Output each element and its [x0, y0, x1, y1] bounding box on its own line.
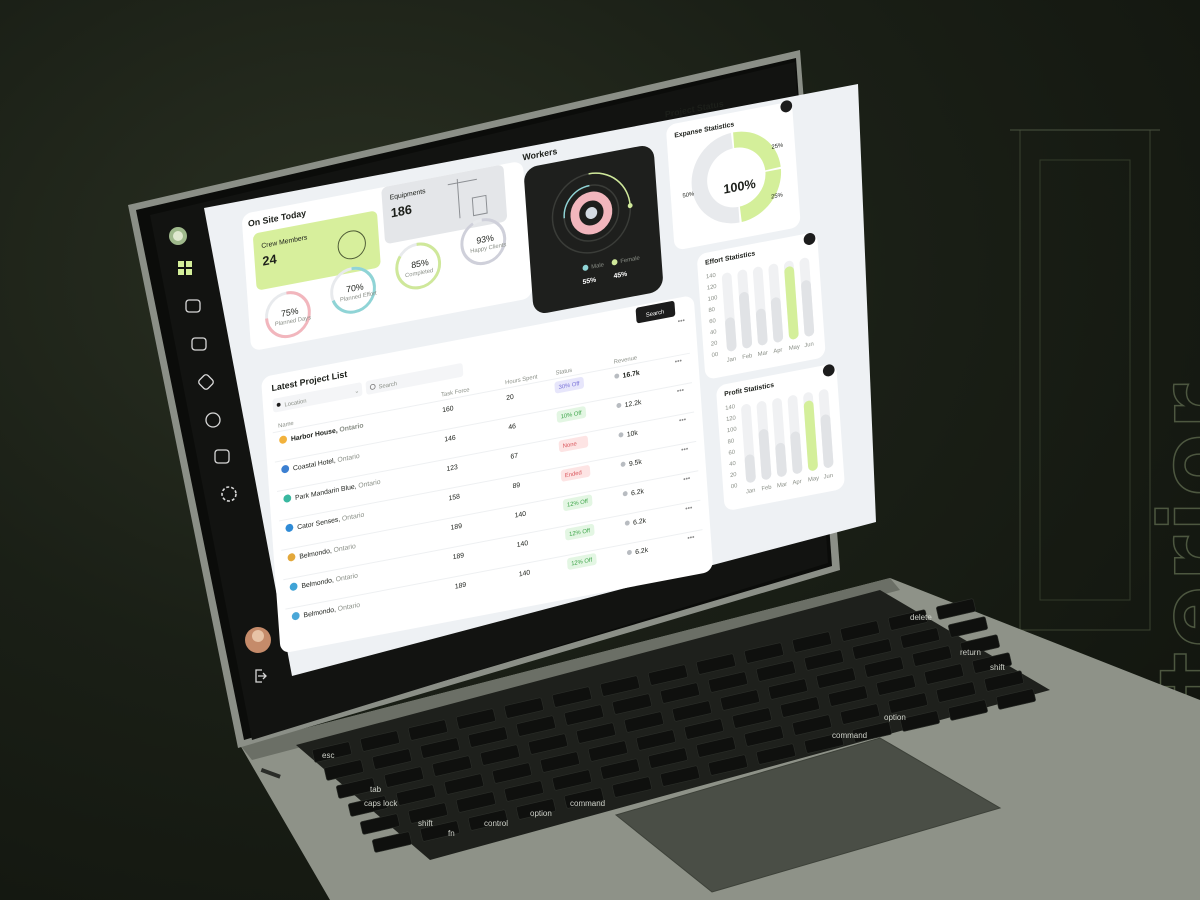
- row-more-icon[interactable]: •••: [687, 534, 695, 542]
- row-more-icon[interactable]: •••: [679, 416, 687, 424]
- dashboard-screen: On Site Today Crew Members 24 Equipments…: [150, 62, 876, 740]
- row-more-icon[interactable]: •••: [677, 387, 685, 395]
- grid-icon: [178, 261, 184, 267]
- row-more-icon[interactable]: •••: [681, 446, 689, 454]
- row-more-icon[interactable]: •••: [675, 358, 683, 366]
- crew-members-value: 24: [262, 251, 278, 269]
- bar[interactable]: [744, 454, 756, 484]
- hours-spent-value: 67: [510, 452, 518, 460]
- hours-spent-value: 89: [512, 482, 520, 490]
- header-more-icon[interactable]: •••: [678, 317, 686, 325]
- row-more-icon[interactable]: •••: [683, 475, 691, 483]
- hours-spent-value: 20: [506, 394, 514, 402]
- row-more-icon[interactable]: •••: [685, 505, 693, 513]
- chevron-down-icon: ⌄: [354, 388, 359, 395]
- hours-spent-value: 46: [508, 423, 516, 431]
